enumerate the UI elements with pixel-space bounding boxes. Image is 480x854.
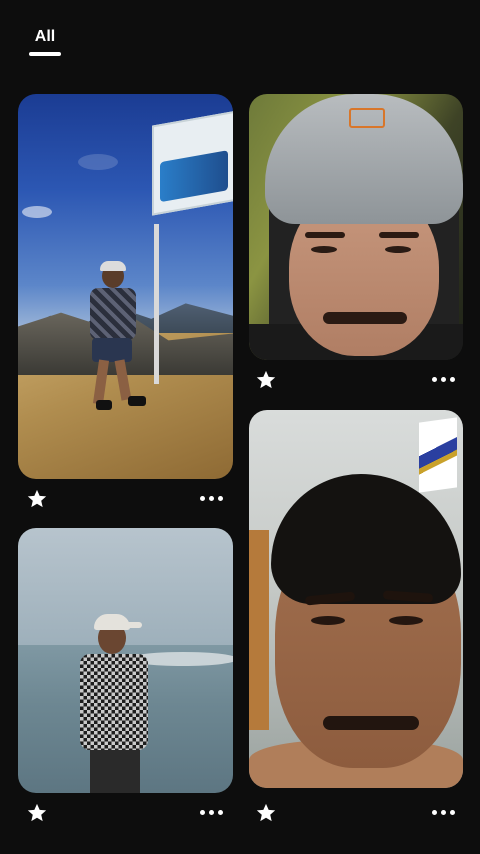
mountain-summit-photo: [18, 94, 233, 479]
more-dots-icon[interactable]: [200, 808, 226, 818]
photo-card-mountain[interactable]: [18, 94, 233, 479]
grey-cap-selfie-photo: [249, 94, 463, 360]
seaside-photo: [18, 528, 233, 793]
tab-all[interactable]: All: [30, 28, 60, 46]
star-icon[interactable]: [26, 802, 48, 824]
star-icon[interactable]: [26, 488, 48, 510]
more-dots-icon[interactable]: [432, 808, 458, 818]
star-icon[interactable]: [255, 802, 277, 824]
photo-card-seaside[interactable]: [18, 528, 233, 793]
star-icon[interactable]: [255, 369, 277, 391]
more-dots-icon[interactable]: [200, 494, 226, 504]
active-tab-indicator: [29, 52, 61, 56]
photo-card-grey-cap-selfie[interactable]: [249, 94, 463, 360]
photo-card-room-selfie[interactable]: [249, 410, 463, 788]
tab-bar: All: [0, 0, 480, 80]
room-selfie-photo: [249, 410, 463, 788]
more-dots-icon[interactable]: [432, 375, 458, 385]
